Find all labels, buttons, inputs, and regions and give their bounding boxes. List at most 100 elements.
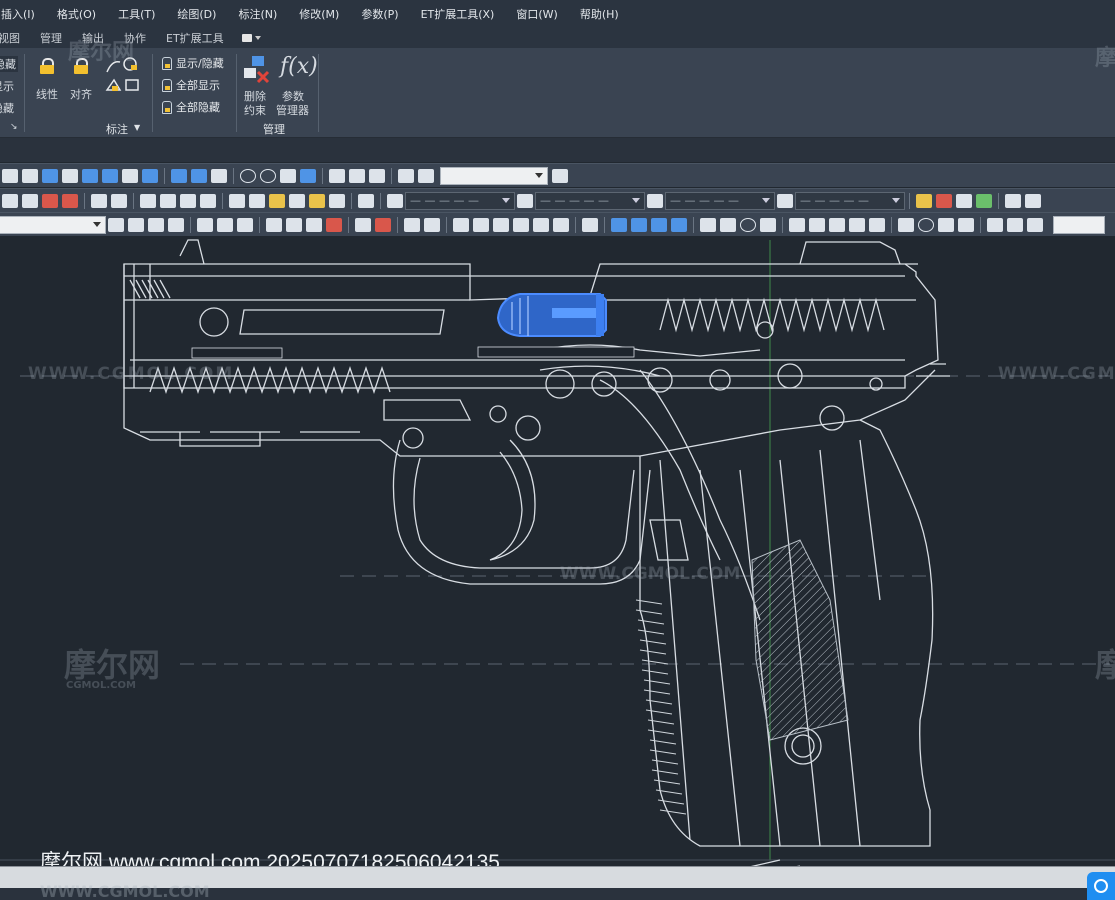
tool-icon[interactable]: [2, 168, 18, 183]
radius-icon[interactable]: [700, 217, 716, 232]
jogged-icon[interactable]: [720, 217, 736, 232]
tool-icon[interactable]: [42, 168, 58, 183]
inspect-icon[interactable]: [938, 217, 954, 232]
layer-combo[interactable]: [0, 215, 106, 234]
tool-icon[interactable]: [329, 193, 345, 208]
tab-manage[interactable]: 管理: [30, 30, 72, 46]
dim-combo[interactable]: [1053, 215, 1105, 234]
show-button-partial[interactable]: 显示: [0, 78, 14, 94]
menu-format[interactable]: 格式(O): [46, 6, 107, 22]
tool-icon[interactable]: [289, 193, 305, 208]
tool-icon[interactable]: [329, 168, 345, 183]
tool-icon[interactable]: [260, 168, 276, 183]
tool-icon[interactable]: [306, 217, 322, 232]
tool-icon[interactable]: [300, 168, 316, 183]
tool-icon[interactable]: [22, 168, 38, 183]
ordinate-icon[interactable]: [671, 217, 687, 232]
tool-icon[interactable]: [237, 217, 253, 232]
tool-icon[interactable]: [217, 217, 233, 232]
tool-icon[interactable]: [349, 168, 365, 183]
tool-icon[interactable]: [375, 217, 391, 232]
delete-constraint-button[interactable]: 删除 约束: [240, 54, 272, 117]
tool-icon[interactable]: [128, 217, 144, 232]
dim-style-combo[interactable]: — — — — —: [535, 191, 645, 210]
tool-icon[interactable]: [191, 168, 207, 183]
parameters-manager-button[interactable]: f(x) 参数 管理器: [276, 54, 318, 117]
zoom-icon[interactable]: [160, 193, 176, 208]
multileader-style-combo[interactable]: — — — — —: [795, 191, 905, 210]
cloud-sync-button[interactable]: [1087, 872, 1115, 900]
table-style-icon[interactable]: [647, 193, 663, 208]
undo-icon[interactable]: [91, 193, 107, 208]
tool-icon[interactable]: [533, 217, 549, 232]
tool-icon[interactable]: [249, 193, 265, 208]
menu-draw[interactable]: 绘图(D): [166, 6, 227, 22]
tool-icon[interactable]: [552, 168, 568, 183]
tool-icon[interactable]: [102, 168, 118, 183]
tool-icon[interactable]: [369, 168, 385, 183]
tool-icon[interactable]: [171, 168, 187, 183]
group-expand-icon[interactable]: ↘: [10, 122, 18, 132]
menu-window[interactable]: 窗口(W): [505, 6, 568, 22]
hide-all-button[interactable]: 全部隐藏: [162, 99, 220, 115]
tool-icon[interactable]: [936, 193, 952, 208]
break-icon[interactable]: [869, 217, 885, 232]
tool-icon[interactable]: [326, 217, 342, 232]
angular-icon[interactable]: [760, 217, 776, 232]
menu-express-tools[interactable]: ET扩展工具(X): [410, 6, 506, 22]
show-all-button[interactable]: 全部显示: [162, 77, 220, 93]
selected-part[interactable]: [496, 293, 607, 337]
update-icon[interactable]: [1027, 217, 1043, 232]
menu-help[interactable]: 帮助(H): [569, 6, 630, 22]
tool-icon[interactable]: [453, 217, 469, 232]
tool-icon[interactable]: [62, 193, 78, 208]
chevron-down-icon[interactable]: ▼: [134, 123, 140, 132]
tool-icon[interactable]: [309, 193, 325, 208]
menu-insert[interactable]: 插入(I): [0, 6, 46, 22]
aligned-dimension-icon[interactable]: [631, 217, 647, 232]
undo-icon[interactable]: [404, 217, 420, 232]
hide-button-partial[interactable]: 隐藏: [0, 56, 18, 72]
menu-parametric[interactable]: 参数(P): [350, 6, 409, 22]
tool-icon[interactable]: [211, 168, 227, 183]
center-mark-icon[interactable]: [918, 217, 934, 232]
menu-dimension[interactable]: 标注(N): [227, 6, 288, 22]
tool-icon[interactable]: [229, 193, 245, 208]
tool-icon[interactable]: [197, 217, 213, 232]
space-icon[interactable]: [849, 217, 865, 232]
dim-style-icon[interactable]: [517, 193, 533, 208]
zoom-extents-icon[interactable]: [200, 193, 216, 208]
show-hide-button[interactable]: 显示/隐藏: [162, 55, 224, 71]
tool-icon[interactable]: [142, 168, 158, 183]
tool-icon[interactable]: [266, 217, 282, 232]
tab-overflow-button[interactable]: [241, 33, 262, 43]
dimtedit-icon[interactable]: [1007, 217, 1023, 232]
tool-icon[interactable]: [553, 217, 569, 232]
tool-icon[interactable]: [148, 217, 164, 232]
dimension-group-caption[interactable]: 标注: [106, 121, 128, 137]
menu-modify[interactable]: 修改(M): [288, 6, 350, 22]
tool-icon[interactable]: [280, 168, 296, 183]
zoom-window-icon[interactable]: [180, 193, 196, 208]
tool-icon[interactable]: [240, 168, 256, 183]
tool-icon[interactable]: [976, 193, 992, 208]
tool-icon[interactable]: [122, 168, 138, 183]
redo-icon[interactable]: [424, 217, 440, 232]
tool-icon[interactable]: [62, 168, 78, 183]
tab-view[interactable]: 视图: [0, 30, 30, 46]
tool-icon[interactable]: [418, 168, 434, 183]
continue-icon[interactable]: [829, 217, 845, 232]
tool-icon[interactable]: [286, 217, 302, 232]
text-style-icon[interactable]: [387, 193, 403, 208]
tool-icon[interactable]: [513, 217, 529, 232]
tool-icon[interactable]: [1005, 193, 1021, 208]
dimedit-icon[interactable]: [987, 217, 1003, 232]
tool-icon[interactable]: [473, 217, 489, 232]
arc-length-icon[interactable]: [651, 217, 667, 232]
redo-icon[interactable]: [111, 193, 127, 208]
tool-icon[interactable]: [168, 217, 184, 232]
multileader-style-icon[interactable]: [777, 193, 793, 208]
tab-express-tools[interactable]: ET扩展工具: [156, 30, 234, 46]
drawing-canvas[interactable]: WWW.CGMOL.COM WWW.CGMOL.COM 摩尔网 CGMOL.CO…: [0, 236, 1115, 866]
tool-icon[interactable]: [2, 193, 18, 208]
